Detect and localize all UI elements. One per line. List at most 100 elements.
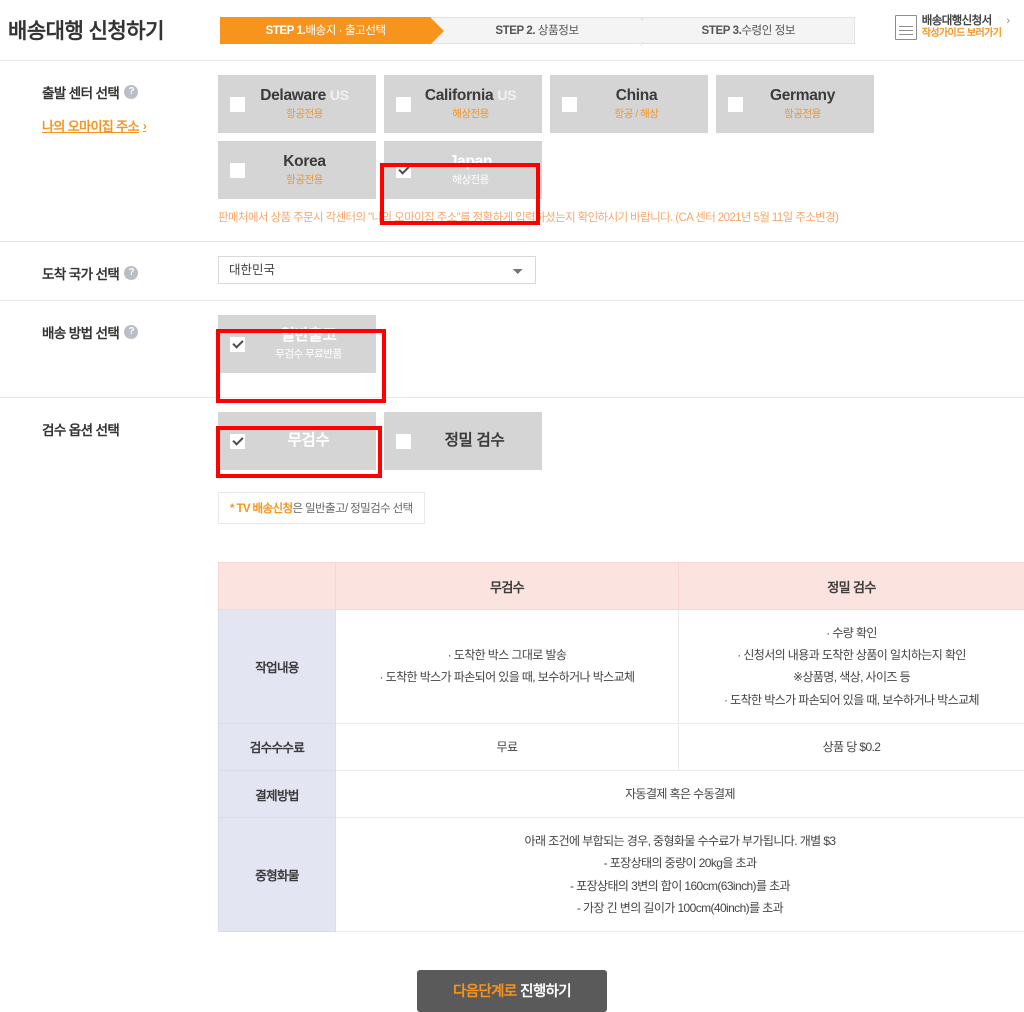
departure-center-label-col: 출발 센터 선택 ? 나의 오마이집 주소 › bbox=[0, 61, 218, 241]
guide-text: 배송대행신청서 작성가이드 보러가기 bbox=[922, 14, 1002, 41]
center-sub-california: 해상전용 bbox=[417, 108, 524, 121]
destination-country-select[interactable]: 대한민국 bbox=[218, 256, 536, 284]
center-row-2: Korea 항공전용 Japan 해상전용 bbox=[218, 141, 1024, 199]
table-row: 중형화물 아래 조건에 부합되는 경우, 중형화물 수수료가 부가됩니다. 개별… bbox=[219, 818, 1024, 932]
table-header-no-inspection: 무검수 bbox=[336, 563, 679, 610]
center-sub-germany: 항공전용 bbox=[749, 108, 856, 121]
center-option-china[interactable]: China 항공 / 해상 bbox=[550, 75, 708, 133]
center-option-california[interactable]: California US 해상전용 bbox=[384, 75, 542, 133]
application-guide-link[interactable]: 배송대행신청서 작성가이드 보러가기 › bbox=[895, 14, 1010, 41]
center-address-notice: 판매처에서 상품 주문시 각센터의 "나의 오마이집 주소"를 정확하게 입력하… bbox=[218, 209, 1024, 225]
checkbox-korea[interactable] bbox=[230, 163, 245, 178]
center-name-california: California US bbox=[425, 87, 516, 104]
center-option-japan[interactable]: Japan 해상전용 bbox=[384, 141, 542, 199]
center-country-delaware: US bbox=[330, 87, 349, 103]
departure-center-label: 출발 센터 선택 bbox=[42, 82, 119, 102]
center-option-korea[interactable]: Korea 항공전용 bbox=[218, 141, 376, 199]
center-sub-delaware: 항공전용 bbox=[251, 108, 358, 121]
checkbox-california[interactable] bbox=[396, 97, 411, 112]
table-header-blank bbox=[219, 563, 336, 610]
step-1[interactable]: STEP 1.배송지 · 출고선택 bbox=[220, 17, 431, 44]
step-2[interactable]: STEP 2. 상품정보 bbox=[431, 17, 642, 44]
cell-fee-detailed: 상품 당 $0.2 bbox=[679, 723, 1024, 770]
center-name-germany: Germany bbox=[770, 87, 835, 104]
section-departure-center: 출발 센터 선택 ? 나의 오마이집 주소 › Delaware US 항공전용… bbox=[0, 60, 1024, 241]
shipping-method-label: 배송 방법 선택 bbox=[42, 322, 119, 342]
step-3-number: STEP 3. bbox=[702, 25, 742, 37]
checkbox-germany[interactable] bbox=[728, 97, 743, 112]
shipping-method-options: 일반출고 무검수 무료반품 bbox=[218, 301, 1024, 397]
submit-area: 다음단계로 진행하기 bbox=[0, 970, 1024, 1012]
section-inspection-option: 검수 옵션 선택 무검수 정밀 검수 * TV 배송신청은 일반출고/ 정밀검수… bbox=[0, 397, 1024, 540]
checkbox-no-inspection[interactable] bbox=[230, 434, 245, 449]
destination-country-control: 대한민국 bbox=[218, 242, 1024, 300]
cell-work-content-no-inspection: · 도착한 박스 그대로 발송 · 도착한 박스가 파손되어 있을 때, 보수하… bbox=[336, 610, 679, 724]
next-step-rest: 진행하기 bbox=[517, 984, 571, 1000]
step-2-label: 상품정보 bbox=[535, 25, 579, 37]
page-title: 배송대행 신청하기 bbox=[8, 15, 220, 45]
help-icon[interactable]: ? bbox=[124, 85, 138, 99]
step-3-label: 수령인 정보 bbox=[741, 25, 795, 37]
my-omyzip-address-label: 나의 오마이집 주소 bbox=[42, 116, 139, 135]
guide-subtitle: 작성가이드 보러가기 bbox=[922, 28, 1002, 41]
guide-title: 배송대행신청서 bbox=[922, 14, 1002, 28]
checkbox-delaware[interactable] bbox=[230, 97, 245, 112]
table-header-row: 무검수 정밀 검수 bbox=[219, 563, 1024, 610]
cell-medium-cargo: 아래 조건에 부합되는 경우, 중형화물 수수료가 부가됩니다. 개별 $3 -… bbox=[336, 818, 1024, 932]
step-1-number: STEP 1. bbox=[266, 25, 306, 37]
step-breadcrumb: STEP 1.배송지 · 출고선택 STEP 2. 상품정보 STEP 3.수령… bbox=[220, 17, 855, 44]
row-label-medium-cargo: 중형화물 bbox=[219, 818, 336, 932]
table-row: 검수수수료 무료 상품 당 $0.2 bbox=[219, 723, 1024, 770]
my-omyzip-address-link[interactable]: 나의 오마이집 주소 › bbox=[42, 116, 146, 135]
checkbox-china[interactable] bbox=[562, 97, 577, 112]
checkbox-detailed-inspection[interactable] bbox=[396, 434, 411, 449]
tv-note-rest: 은 일반출고/ 정밀검수 선택 bbox=[292, 503, 412, 515]
inspection-option-detailed-name: 정밀 검수 bbox=[445, 432, 505, 449]
destination-country-label-col: 도착 국가 선택 ? bbox=[0, 242, 218, 300]
inspection-comparison-table: 무검수 정밀 검수 작업내용 · 도착한 박스 그대로 발송 · 도착한 박스가… bbox=[218, 562, 1024, 932]
shipping-option-sub: 무검수 무료반품 bbox=[251, 348, 366, 361]
document-icon bbox=[895, 15, 917, 40]
chevron-right-icon: › bbox=[143, 119, 146, 133]
cell-payment-method: 자동결제 혹은 수동결제 bbox=[336, 770, 1024, 817]
row-label-inspection-fee: 검수수수료 bbox=[219, 723, 336, 770]
center-option-delaware[interactable]: Delaware US 항공전용 bbox=[218, 75, 376, 133]
center-name-korea: Korea bbox=[283, 153, 325, 170]
section-destination-country: 도착 국가 선택 ? 대한민국 bbox=[0, 241, 1024, 300]
row-label-payment-method: 결제방법 bbox=[219, 770, 336, 817]
inspection-options: 무검수 정밀 검수 * TV 배송신청은 일반출고/ 정밀검수 선택 bbox=[218, 398, 1024, 540]
chevron-right-icon: › bbox=[1006, 15, 1010, 27]
inspection-option-detailed[interactable]: 정밀 검수 bbox=[384, 412, 542, 470]
center-name-japan: Japan bbox=[449, 153, 492, 170]
table-header-detailed-inspection: 정밀 검수 bbox=[679, 563, 1024, 610]
inspection-option-none-name: 무검수 bbox=[288, 432, 330, 449]
departure-center-options: Delaware US 항공전용 California US 해상전용 Chin… bbox=[218, 61, 1024, 241]
help-icon[interactable]: ? bbox=[124, 266, 138, 280]
center-sub-japan: 해상전용 bbox=[417, 174, 524, 187]
center-sub-korea: 항공전용 bbox=[251, 174, 358, 187]
center-option-germany[interactable]: Germany 항공전용 bbox=[716, 75, 874, 133]
table-row: 작업내용 · 도착한 박스 그대로 발송 · 도착한 박스가 파손되어 있을 때… bbox=[219, 610, 1024, 724]
inspection-comparison-table-wrap: 무검수 정밀 검수 작업내용 · 도착한 박스 그대로 발송 · 도착한 박스가… bbox=[0, 540, 1024, 932]
inspection-option-none[interactable]: 무검수 bbox=[218, 412, 376, 470]
cell-work-content-detailed: · 수량 확인 · 신청서의 내용과 도착한 상품이 일치하는지 확인 ※상품명… bbox=[679, 610, 1024, 724]
inspection-label-col: 검수 옵션 선택 bbox=[0, 398, 218, 540]
next-step-accent: 다음단계로 bbox=[453, 984, 517, 1000]
destination-country-label: 도착 국가 선택 bbox=[42, 263, 119, 283]
center-row-1: Delaware US 항공전용 California US 해상전용 Chin… bbox=[218, 75, 1024, 133]
help-icon[interactable]: ? bbox=[124, 325, 138, 339]
row-label-work-content: 작업내용 bbox=[219, 610, 336, 724]
center-name-china: China bbox=[616, 87, 658, 104]
center-name-delaware: Delaware US bbox=[260, 87, 349, 104]
shipping-option-standard[interactable]: 일반출고 무검수 무료반품 bbox=[218, 315, 376, 373]
page-header: 배송대행 신청하기 STEP 1.배송지 · 출고선택 STEP 2. 상품정보… bbox=[0, 0, 1024, 60]
cell-fee-no-inspection: 무료 bbox=[336, 723, 679, 770]
next-step-button[interactable]: 다음단계로 진행하기 bbox=[417, 970, 607, 1012]
center-country-california: US bbox=[497, 87, 516, 103]
shipping-method-label-col: 배송 방법 선택 ? bbox=[0, 301, 218, 397]
step-3[interactable]: STEP 3.수령인 정보 bbox=[643, 17, 855, 44]
section-shipping-method: 배송 방법 선택 ? 일반출고 무검수 무료반품 bbox=[0, 300, 1024, 397]
table-row: 결제방법 자동결제 혹은 수동결제 bbox=[219, 770, 1024, 817]
checkbox-standard-shipping[interactable] bbox=[230, 337, 245, 352]
checkbox-japan[interactable] bbox=[396, 163, 411, 178]
